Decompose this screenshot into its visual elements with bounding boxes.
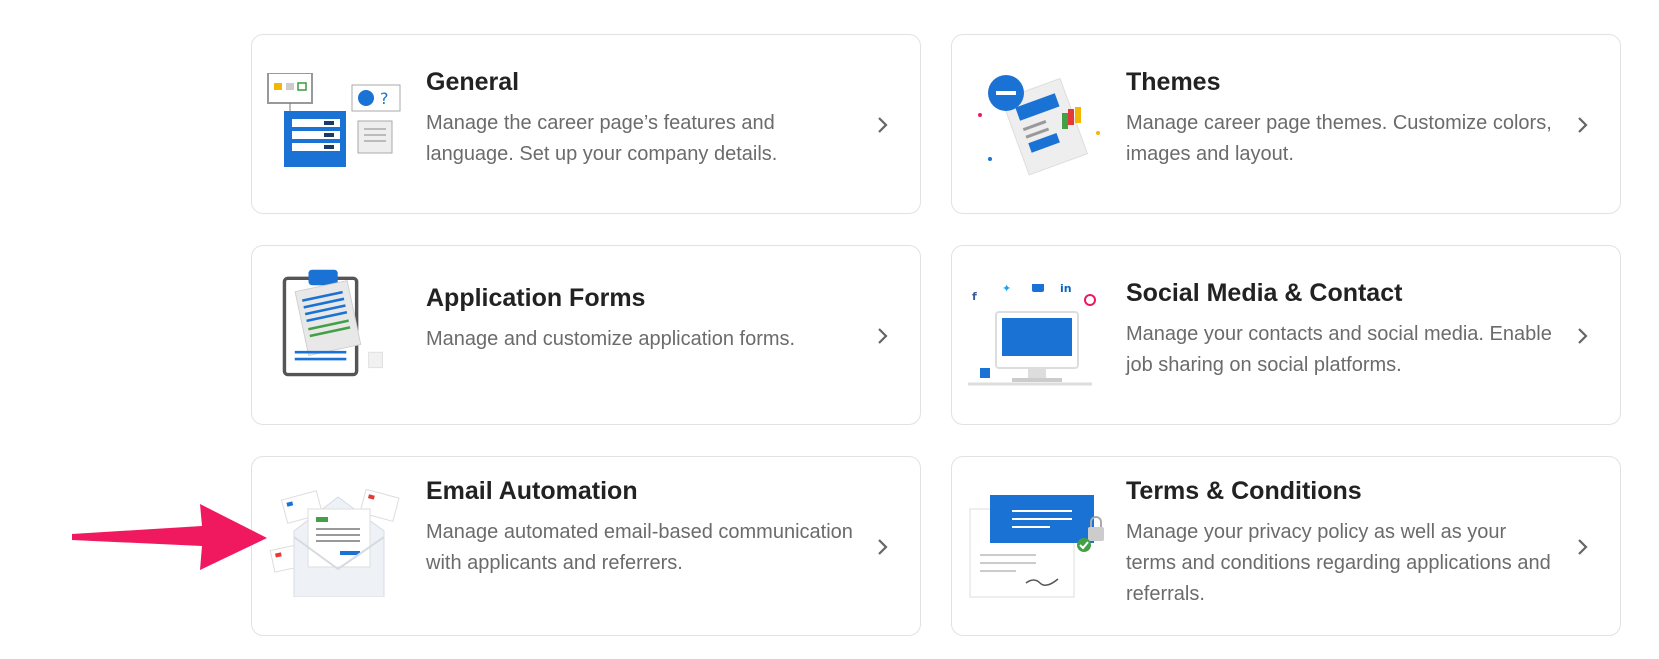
chevron-right-icon[interactable] [1570,324,1594,348]
terms-illustration-icon [969,495,1104,598]
clipboard-illustration-icon [282,269,383,377]
chevron-right-icon[interactable] [870,113,894,137]
svg-text:f: f [972,290,977,303]
card-title: General [426,68,520,96]
card-description: Manage career page themes. Customize col… [1126,112,1552,165]
chevron-right-icon[interactable] [1570,113,1594,137]
card-description: Manage and customize application forms. [426,328,796,350]
chevron-right-icon[interactable] [870,535,894,559]
card-description: Manage the career page’s features and la… [426,112,778,165]
annotation-arrow-icon [72,504,267,570]
card-terms-conditions[interactable]: Terms & Conditions Manage your privacy p… [951,456,1621,636]
chevron-right-icon[interactable] [870,324,894,348]
card-social-media-contact[interactable]: f ✦ in Social Media & Contact Manage you… [951,245,1621,425]
card-general[interactable]: ? General Manage the career page’s featu… [251,34,921,214]
general-illustration-icon: ? [267,73,401,167]
chevron-right-icon[interactable] [1570,535,1594,559]
card-title: Email Automation [426,477,638,505]
card-description: Manage your contacts and social media. E… [1126,323,1552,376]
themes-illustration-icon [978,75,1100,176]
card-title: Terms & Conditions [1126,477,1362,505]
card-title: Social Media & Contact [1126,279,1403,307]
card-title: Application Forms [426,284,646,312]
card-description: Manage your privacy policy as well as yo… [1126,521,1551,605]
card-title: Themes [1126,68,1221,96]
email-automation-illustration-icon [269,488,400,597]
social-media-illustration-icon: f ✦ in [968,284,1096,386]
card-themes[interactable]: Themes Manage career page themes. Custom… [951,34,1621,214]
svg-text:✦: ✦ [1002,284,1011,295]
svg-text:?: ? [380,89,389,108]
svg-text:in: in [1060,284,1072,295]
card-description: Manage automated email-based communicati… [426,521,853,574]
card-application-forms[interactable]: Application Forms Manage and customize a… [251,245,921,425]
card-email-automation[interactable]: Email Automation Manage automated email-… [251,456,921,636]
